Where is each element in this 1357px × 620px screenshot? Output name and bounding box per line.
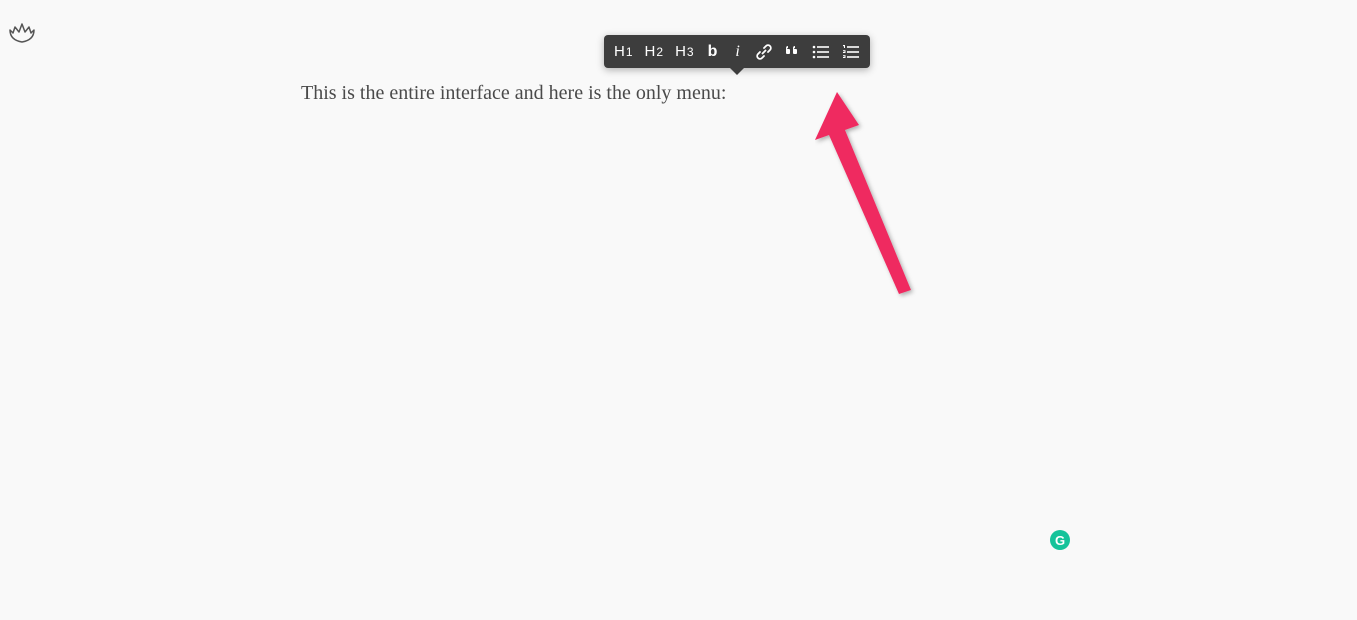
ordered-list-icon [842,44,860,60]
heading-3-button[interactable]: H3 [673,41,696,62]
formatting-toolbar: H1 H2 H3 b i [604,35,870,68]
link-button[interactable] [754,42,774,62]
app-logo[interactable] [7,20,37,44]
bold-button[interactable]: b [704,43,722,61]
arrow-icon [815,92,925,302]
bold-label: b [708,43,718,61]
heading-3-label-num: 3 [687,45,694,59]
quote-button[interactable] [782,42,802,62]
editor-paragraph[interactable]: This is the entire interface and here is… [301,82,726,105]
grammarly-badge[interactable]: G [1050,530,1070,550]
italic-label: i [735,43,739,61]
lotus-icon [7,20,37,44]
heading-1-label-num: 1 [626,45,633,59]
grammarly-label: G [1055,533,1065,548]
link-icon [756,44,772,60]
heading-2-label-num: 2 [656,45,663,59]
heading-3-label-prefix: H [675,43,686,60]
ordered-list-button[interactable] [840,42,862,62]
heading-1-label-prefix: H [614,43,625,60]
heading-2-button[interactable]: H2 [643,41,666,62]
italic-button[interactable]: i [729,43,745,61]
heading-2-label-prefix: H [645,43,656,60]
unordered-list-icon [812,44,830,60]
annotation-arrow [815,92,925,307]
unordered-list-button[interactable] [810,42,832,62]
heading-1-button[interactable]: H1 [612,41,635,62]
quote-icon [784,44,800,60]
